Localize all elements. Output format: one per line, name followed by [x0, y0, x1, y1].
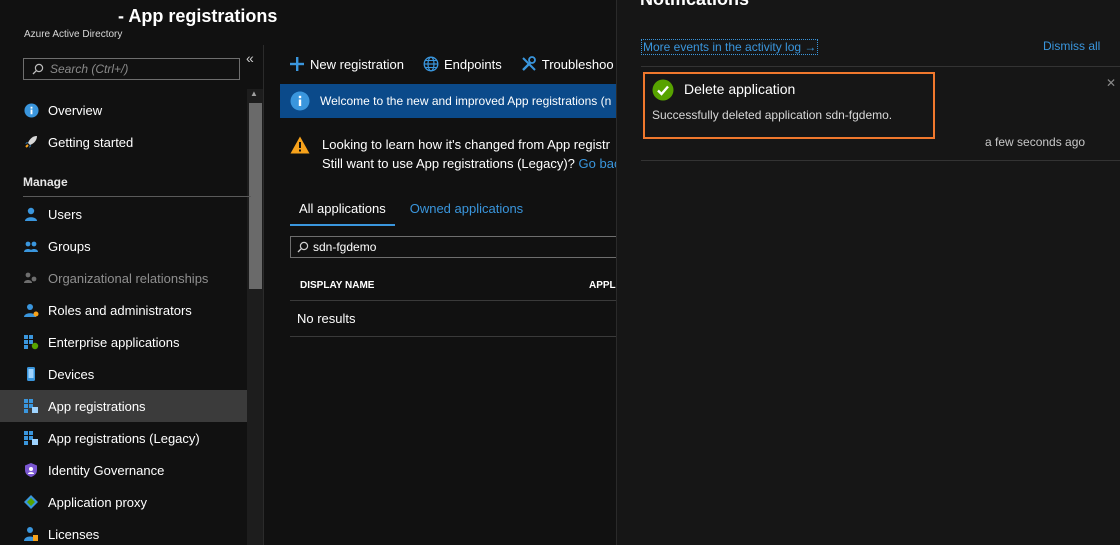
identity-governance-icon: [23, 462, 39, 478]
success-check-icon: [652, 79, 674, 101]
enterprise-apps-icon: [23, 334, 39, 350]
sidebar-item-label: Devices: [48, 366, 95, 382]
blade-header: - App registrations Azure Active Directo…: [0, 0, 616, 45]
divider: [23, 196, 251, 197]
close-icon[interactable]: ✕: [1106, 76, 1116, 90]
sidebar-item-label: Organizational relationships: [48, 270, 209, 286]
warning-line-2: Still want to use App registrations (Leg…: [322, 156, 579, 171]
endpoints-label: Endpoints: [443, 56, 502, 72]
tools-icon: [521, 56, 536, 71]
manage-section-header: Manage: [23, 175, 68, 189]
notifications-panel: Notifications More events in the activit…: [616, 0, 1120, 545]
sidebar-item-label: Application proxy: [48, 494, 147, 510]
rocket-icon: [23, 134, 39, 150]
sidebar-item-groups[interactable]: Groups: [0, 230, 247, 262]
divider: [641, 160, 1120, 161]
search-icon: [32, 63, 44, 75]
sidebar-item-label: Groups: [48, 238, 91, 254]
app-filter[interactable]: [290, 236, 616, 258]
sidebar-item-getting-started[interactable]: Getting started: [0, 126, 247, 158]
sidebar-item-app-registrations-legacy[interactable]: App registrations (Legacy): [0, 422, 247, 454]
sidebar-item-label: Getting started: [48, 134, 134, 150]
notification-title: Delete application: [684, 81, 796, 97]
sidebar-item-organizational-relationships[interactable]: Organizational relationships: [0, 262, 247, 294]
org-relationships-icon: [23, 270, 39, 286]
app-registrations-legacy-icon: [23, 430, 39, 446]
sidebar-item-label: Enterprise applications: [48, 334, 180, 350]
table-header: DISPLAY NAME APPLI: [290, 271, 616, 301]
notification-time: a few seconds ago: [985, 135, 1086, 149]
application-proxy-icon: [23, 494, 39, 510]
page-subtitle: Azure Active Directory: [24, 29, 123, 40]
notification-message: Successfully deleted application sdn-fgd…: [652, 108, 893, 122]
troubleshoot-button[interactable]: Troubleshoo: [521, 56, 614, 72]
search-icon: [297, 241, 309, 253]
info-icon: [23, 102, 39, 118]
sidebar-search-input[interactable]: [50, 62, 230, 76]
new-registration-button[interactable]: New registration: [289, 56, 404, 72]
info-icon: [290, 91, 310, 111]
sidebar-item-application-proxy[interactable]: Application proxy: [0, 486, 247, 518]
sidebar-item-overview[interactable]: Overview: [0, 94, 247, 126]
tab-owned-applications[interactable]: Owned applications: [401, 195, 532, 226]
endpoints-button[interactable]: Endpoints: [423, 56, 502, 72]
sidebar-item-label: Users: [48, 206, 82, 222]
sidebar-item-roles-and-administrators[interactable]: Roles and administrators: [0, 294, 247, 326]
sidebar-item-label: Identity Governance: [48, 462, 165, 478]
sidebar-item-identity-governance[interactable]: Identity Governance: [0, 454, 247, 486]
dismiss-all-link[interactable]: Dismiss all: [1043, 39, 1100, 53]
plus-icon: [290, 57, 304, 71]
divider: [641, 66, 1120, 67]
toolbar: New registration Endpoints Troubleshoo: [265, 45, 616, 83]
welcome-banner[interactable]: Welcome to the new and improved App regi…: [280, 84, 616, 118]
sidebar-item-app-registrations[interactable]: App registrations: [0, 390, 247, 422]
app-filter-input[interactable]: [313, 240, 593, 254]
sidebar-item-label: App registrations (Legacy): [48, 430, 200, 446]
sidebar-item-licenses[interactable]: Licenses: [0, 518, 247, 545]
sidebar-item-label: Licenses: [48, 526, 100, 542]
troubleshoot-label: Troubleshoo: [541, 56, 614, 72]
empty-state-text: No results: [297, 311, 356, 326]
sidebar-item-users[interactable]: Users: [0, 198, 247, 230]
main-panel: New registration Endpoints Troubleshoo W…: [265, 45, 616, 545]
legacy-warning: Looking to learn how it's changed from A…: [290, 135, 616, 173]
application-tabs: All applications Owned applications: [290, 195, 532, 226]
notification-item[interactable]: Delete application Successfully deleted …: [643, 72, 935, 139]
sidebar-item-label: App registrations: [48, 398, 146, 414]
group-icon: [23, 238, 39, 254]
globe-icon: [423, 56, 439, 72]
notifications-title: Notifications: [640, 0, 749, 10]
go-back-link[interactable]: Go bac: [579, 156, 616, 171]
sidebar: « ▲ Overview Getting started Manage User…: [0, 45, 264, 545]
tab-all-applications[interactable]: All applications: [290, 195, 395, 226]
sidebar-item-label: Overview: [48, 102, 103, 118]
warning-line-1: Looking to learn how it's changed from A…: [322, 137, 610, 152]
sidebar-item-enterprise-applications[interactable]: Enterprise applications: [0, 326, 247, 358]
sidebar-search[interactable]: [23, 58, 240, 80]
sidebar-item-label: Roles and administrators: [48, 302, 192, 318]
scroll-up-arrow-icon[interactable]: ▲: [250, 89, 258, 98]
warning-icon: [290, 136, 310, 154]
activity-log-link[interactable]: More events in the activity log →: [641, 39, 819, 55]
device-icon: [23, 366, 39, 382]
banner-text: Welcome to the new and improved App regi…: [320, 94, 612, 108]
collapse-sidebar-button[interactable]: «: [246, 50, 254, 66]
roles-icon: [23, 302, 39, 318]
page-title: - App registrations: [118, 6, 278, 26]
licenses-icon: [23, 526, 39, 542]
divider: [290, 336, 616, 337]
column-display-name[interactable]: DISPLAY NAME: [300, 280, 374, 291]
sidebar-item-devices[interactable]: Devices: [0, 358, 247, 390]
user-icon: [23, 206, 39, 222]
app-registrations-icon: [23, 398, 39, 414]
new-registration-label: New registration: [310, 56, 404, 72]
column-application-id[interactable]: APPLI: [589, 280, 616, 291]
